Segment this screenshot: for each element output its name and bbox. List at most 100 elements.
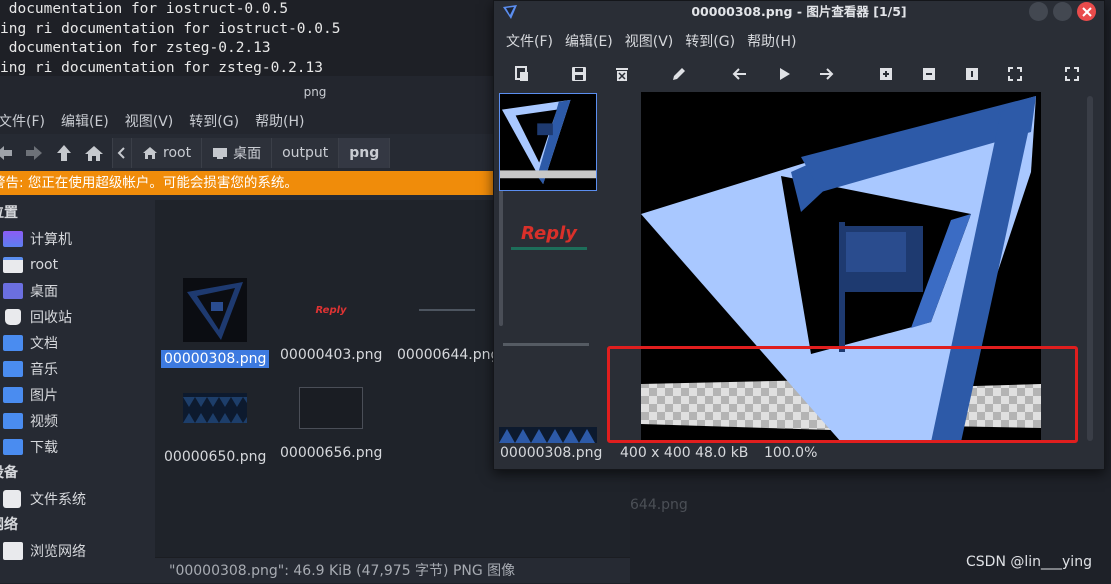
videos-folder-icon (3, 413, 23, 429)
zoom-fit-button[interactable] (1003, 62, 1027, 86)
viewer-status-zoom: 100.0% (764, 445, 818, 461)
section-network: 网络 (0, 517, 18, 533)
close-button[interactable] (1077, 2, 1096, 21)
home-icon (85, 146, 103, 161)
arrow-left-icon (732, 68, 746, 80)
fullscreen-button[interactable] (1060, 62, 1084, 86)
zoom-actual-button[interactable] (960, 62, 984, 86)
app-icon (503, 5, 517, 19)
back-arrow-icon (0, 146, 12, 160)
sidebar-item-filesystem[interactable]: 文件系统 (0, 486, 155, 512)
back-button[interactable] (0, 141, 16, 165)
desktop-icon (3, 283, 23, 299)
viewer-menu-file[interactable]: 文件(F) (500, 31, 559, 51)
viewer-menu-view[interactable]: 视图(V) (619, 31, 680, 51)
sidebar-item-label: 文档 (30, 336, 58, 352)
thumbnail-pattern[interactable] (499, 427, 597, 443)
play-icon (780, 68, 790, 80)
viewer-toolbar (494, 58, 1104, 88)
breadcrumb-label: root (163, 145, 192, 161)
root-warning-bar: 警告: 您正在使用超级帐户。可能会损害您的系统。 (0, 171, 495, 195)
file-name: 00000403.png (280, 347, 383, 363)
menu-edit[interactable]: 编辑(E) (53, 111, 117, 131)
forward-arrow-icon (26, 146, 42, 160)
forward-button[interactable] (22, 141, 46, 165)
breadcrumb-label: 桌面 (233, 146, 262, 162)
viewer-menu-go[interactable]: 转到(G) (679, 31, 741, 51)
chevron-left-icon (117, 147, 125, 159)
viewer-menu-bar: 文件(F) 编辑(E) 视图(V) 转到(G) 帮助(H) (494, 23, 1104, 58)
sidebar-item-pictures[interactable]: 图片 (0, 382, 155, 408)
play-button[interactable] (772, 62, 796, 86)
next-button[interactable] (814, 62, 838, 86)
minimize-button[interactable] (1029, 2, 1048, 21)
breadcrumb-scroll-left[interactable] (112, 138, 132, 168)
viewer-status-bar: 00000308.png 400 x 400 48.0 kB 100.0% (494, 445, 1106, 467)
sidebar-item-computer[interactable]: 计算机 (0, 226, 155, 252)
menu-view[interactable]: 视图(V) (117, 111, 182, 131)
sidebar-item-label: root (30, 257, 59, 273)
reply-logo: Reply (521, 223, 577, 244)
sidebar-item-label: 计算机 (30, 232, 72, 248)
menu-help[interactable]: 帮助(H) (247, 111, 312, 131)
breadcrumb-output[interactable]: output (272, 138, 340, 168)
zoom-out-icon (923, 68, 935, 80)
thumbnail-reply[interactable]: Reply (509, 223, 589, 250)
file-item[interactable]: 00000308.png (161, 278, 270, 368)
sidebar-item-trash[interactable]: 回收站 (0, 304, 155, 330)
home-icon (143, 147, 157, 159)
breadcrumb-root[interactable]: root (132, 138, 203, 168)
trash-icon (616, 68, 628, 81)
sidebar-item-label: 音乐 (30, 362, 58, 378)
sidebar-item-root[interactable]: root (0, 252, 155, 278)
open-button[interactable] (510, 62, 534, 86)
sidebar-item-desktop[interactable]: 桌面 (0, 278, 155, 304)
terminal-line: documentation for zsteg-0.2.13 (0, 40, 271, 56)
sidebar-item-label: 下载 (30, 440, 58, 456)
zoom-out-button[interactable] (917, 62, 941, 86)
sidebar-item-label: 回收站 (30, 310, 72, 326)
thumbnail-selected[interactable] (499, 93, 597, 191)
menu-go[interactable]: 转到(G) (181, 111, 247, 131)
delete-button[interactable] (610, 62, 634, 86)
sidebar-item-label: 图片 (30, 388, 58, 404)
computer-icon (3, 231, 23, 247)
viewer-title-bar: 00000308.png - 图片查看器 [1/5] (494, 1, 1104, 23)
zoom-in-button[interactable] (874, 62, 898, 86)
sidebar-item-downloads[interactable]: 下载 (0, 434, 155, 460)
file-item[interactable]: 00000656.png (277, 376, 385, 462)
viewer-status-filename: 00000308.png (500, 445, 603, 461)
section-devices: 设备 (0, 465, 18, 481)
breadcrumb-label: png (349, 145, 380, 161)
viewer-scrollbar[interactable] (1087, 96, 1093, 441)
section-places: 位置 (0, 205, 18, 221)
sidebar-item-browse-network[interactable]: 浏览网络 (0, 538, 155, 564)
reply-logo-thumbnail: Reply (315, 304, 347, 316)
file-name: 00000650.png (164, 449, 267, 465)
breadcrumb-png[interactable]: png (339, 138, 391, 168)
file-name: 00000308.png (161, 350, 270, 368)
zoom-one-to-one-icon (966, 68, 978, 80)
file-item[interactable]: 00000644.png (393, 278, 493, 364)
save-button[interactable] (567, 62, 591, 86)
file-name: 00000644.png (397, 347, 493, 363)
viewer-menu-edit[interactable]: 编辑(E) (559, 31, 619, 51)
file-item[interactable]: Reply 00000403.png (277, 278, 385, 364)
up-button[interactable] (52, 141, 76, 165)
file-item[interactable]: 00000650.png (161, 376, 269, 466)
sidebar-item-music[interactable]: 音乐 (0, 356, 155, 382)
menu-file[interactable]: 文件(F) (0, 111, 53, 131)
maximize-button[interactable] (1053, 2, 1072, 21)
documents-folder-icon (3, 335, 23, 351)
sidebar-item-videos[interactable]: 视频 (0, 408, 155, 434)
thumbnail-text-image[interactable] (503, 343, 589, 346)
home-button[interactable] (82, 141, 106, 165)
terminal-line: documentation for iostruct-0.0.5 (0, 1, 289, 17)
pencil-icon (673, 68, 685, 80)
sidebar-item-documents[interactable]: 文档 (0, 330, 155, 356)
edit-button[interactable] (667, 62, 691, 86)
breadcrumb-desktop[interactable]: 桌面 (202, 138, 273, 168)
csdn-watermark: CSDN @lin___ying (966, 554, 1092, 570)
previous-button[interactable] (728, 62, 752, 86)
viewer-menu-help[interactable]: 帮助(H) (741, 31, 802, 51)
